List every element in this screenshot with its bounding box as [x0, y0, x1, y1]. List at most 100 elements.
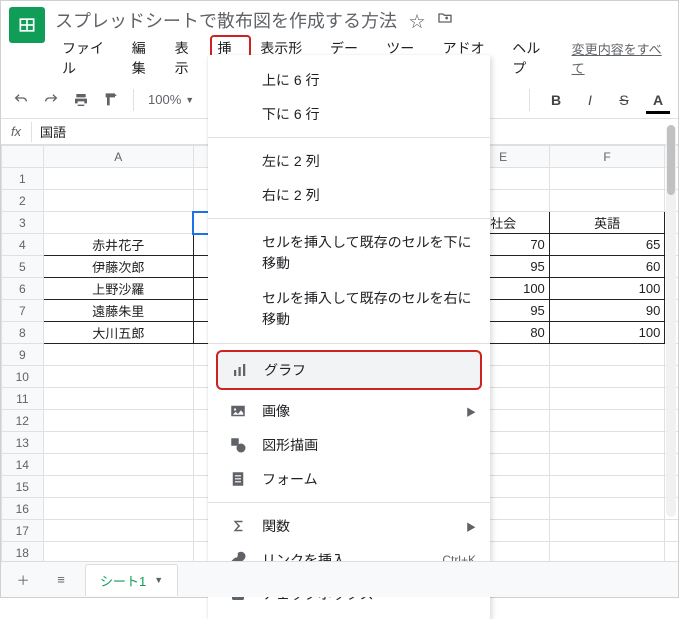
formula-value[interactable]: 国語	[32, 122, 66, 141]
menu-view[interactable]: 表示	[168, 35, 209, 81]
menu-item-label: セルを挿入して既存のセルを下に移動	[262, 232, 476, 274]
sheets-app-icon[interactable]	[9, 7, 45, 43]
row-header-15[interactable]: 15	[2, 476, 44, 498]
cell-A9[interactable]	[43, 344, 193, 366]
italic-button[interactable]: I	[578, 88, 602, 112]
shapes-icon	[228, 435, 248, 455]
bold-button[interactable]: B	[544, 88, 568, 112]
redo-button[interactable]	[39, 88, 63, 112]
document-title[interactable]: スプレッドシートで散布図を作成する方法	[55, 7, 397, 33]
cell-A2[interactable]	[43, 190, 193, 212]
menu-item-10[interactable]: 画像 ▶	[208, 394, 490, 428]
strike-button[interactable]: S	[612, 88, 636, 112]
menu-item-0[interactable]: 上に 6 行	[208, 63, 490, 97]
zoom-select[interactable]: 100%▼	[144, 92, 198, 107]
cell-A3[interactable]	[43, 212, 193, 234]
undo-button[interactable]	[9, 88, 33, 112]
menu-item-label: 画像	[262, 401, 452, 421]
cell-F16[interactable]	[549, 498, 665, 520]
cell-F1[interactable]	[549, 168, 665, 190]
menu-item-14[interactable]: 関数 ▶	[208, 509, 490, 543]
row-header-13[interactable]: 13	[2, 432, 44, 454]
row-header-6[interactable]: 6	[2, 278, 44, 300]
menu-item-7[interactable]: セルを挿入して既存のセルを右に移動	[208, 281, 490, 337]
menu-item-1[interactable]: 下に 6 行	[208, 97, 490, 131]
cell-A16[interactable]	[43, 498, 193, 520]
menu-item-4[interactable]: 右に 2 列	[208, 178, 490, 212]
paint-format-button[interactable]	[99, 88, 123, 112]
scrollbar-vertical[interactable]	[666, 125, 676, 517]
cell-A8[interactable]: 大川五郎	[43, 322, 193, 344]
menu-item-11[interactable]: 図形描画	[208, 428, 490, 462]
menu-item-label: フォーム	[262, 469, 476, 489]
cell-A5[interactable]: 伊藤次郎	[43, 256, 193, 278]
menu-item-6[interactable]: セルを挿入して既存のセルを下に移動	[208, 225, 490, 281]
menu-item-9[interactable]: グラフ	[216, 350, 482, 390]
row-header-9[interactable]: 9	[2, 344, 44, 366]
cell-F7[interactable]: 90	[549, 300, 665, 322]
cell-F14[interactable]	[549, 454, 665, 476]
cell-A14[interactable]	[43, 454, 193, 476]
menu-item-3[interactable]: 左に 2 列	[208, 144, 490, 178]
col-header-F[interactable]: F	[549, 146, 665, 168]
row-header-1[interactable]: 1	[2, 168, 44, 190]
submenu-arrow-icon: ▶	[466, 404, 476, 419]
row-header-11[interactable]: 11	[2, 388, 44, 410]
row-header-14[interactable]: 14	[2, 454, 44, 476]
corner-cell[interactable]	[2, 146, 44, 168]
menu-edit[interactable]: 編集	[125, 35, 166, 81]
cell-F17[interactable]	[549, 520, 665, 542]
cell-F9[interactable]	[549, 344, 665, 366]
chevron-down-icon[interactable]: ▼	[154, 575, 163, 585]
cell-F4[interactable]: 65	[549, 234, 665, 256]
add-sheet-button[interactable]: ＋	[9, 566, 37, 594]
text-color-button[interactable]: A	[646, 88, 670, 112]
cell-G17[interactable]	[665, 520, 678, 542]
chart-icon	[230, 360, 250, 380]
row-header-12[interactable]: 12	[2, 410, 44, 432]
menu-item-label: 関数	[262, 516, 452, 536]
cell-F6[interactable]: 100	[549, 278, 665, 300]
menu-file[interactable]: ファイル	[55, 35, 123, 81]
menu-help[interactable]: ヘルプ	[505, 35, 559, 81]
col-header-A[interactable]: A	[43, 146, 193, 168]
sheet-tab-1[interactable]: シート1 ▼	[85, 564, 178, 596]
row-header-2[interactable]: 2	[2, 190, 44, 212]
cell-A1[interactable]	[43, 168, 193, 190]
all-sheets-button[interactable]: ≡	[47, 566, 75, 594]
cell-F5[interactable]: 60	[549, 256, 665, 278]
print-button[interactable]	[69, 88, 93, 112]
row-header-17[interactable]: 17	[2, 520, 44, 542]
cell-F11[interactable]	[549, 388, 665, 410]
cell-A6[interactable]: 上野沙羅	[43, 278, 193, 300]
submenu-arrow-icon: ▶	[466, 519, 476, 534]
cell-F3[interactable]: 英語	[549, 212, 665, 234]
move-icon[interactable]	[437, 10, 453, 31]
cell-A17[interactable]	[43, 520, 193, 542]
cell-A4[interactable]: 赤井花子	[43, 234, 193, 256]
row-header-7[interactable]: 7	[2, 300, 44, 322]
cell-A12[interactable]	[43, 410, 193, 432]
row-header-8[interactable]: 8	[2, 322, 44, 344]
cell-F12[interactable]	[549, 410, 665, 432]
cell-F15[interactable]	[549, 476, 665, 498]
cell-F13[interactable]	[549, 432, 665, 454]
cell-F2[interactable]	[549, 190, 665, 212]
cell-A11[interactable]	[43, 388, 193, 410]
star-icon[interactable]: ☆	[409, 8, 425, 32]
menu-item-12[interactable]: フォーム	[208, 462, 490, 496]
row-header-4[interactable]: 4	[2, 234, 44, 256]
cell-A15[interactable]	[43, 476, 193, 498]
cell-A10[interactable]	[43, 366, 193, 388]
changes-link[interactable]: 変更内容をすべて	[572, 39, 670, 77]
row-header-16[interactable]: 16	[2, 498, 44, 520]
row-header-5[interactable]: 5	[2, 256, 44, 278]
cell-A13[interactable]	[43, 432, 193, 454]
row-header-3[interactable]: 3	[2, 212, 44, 234]
fx-button[interactable]: fx	[1, 124, 31, 139]
row-header-10[interactable]: 10	[2, 366, 44, 388]
menu-item-label: グラフ	[264, 360, 474, 380]
cell-F8[interactable]: 100	[549, 322, 665, 344]
cell-F10[interactable]	[549, 366, 665, 388]
cell-A7[interactable]: 遠藤朱里	[43, 300, 193, 322]
